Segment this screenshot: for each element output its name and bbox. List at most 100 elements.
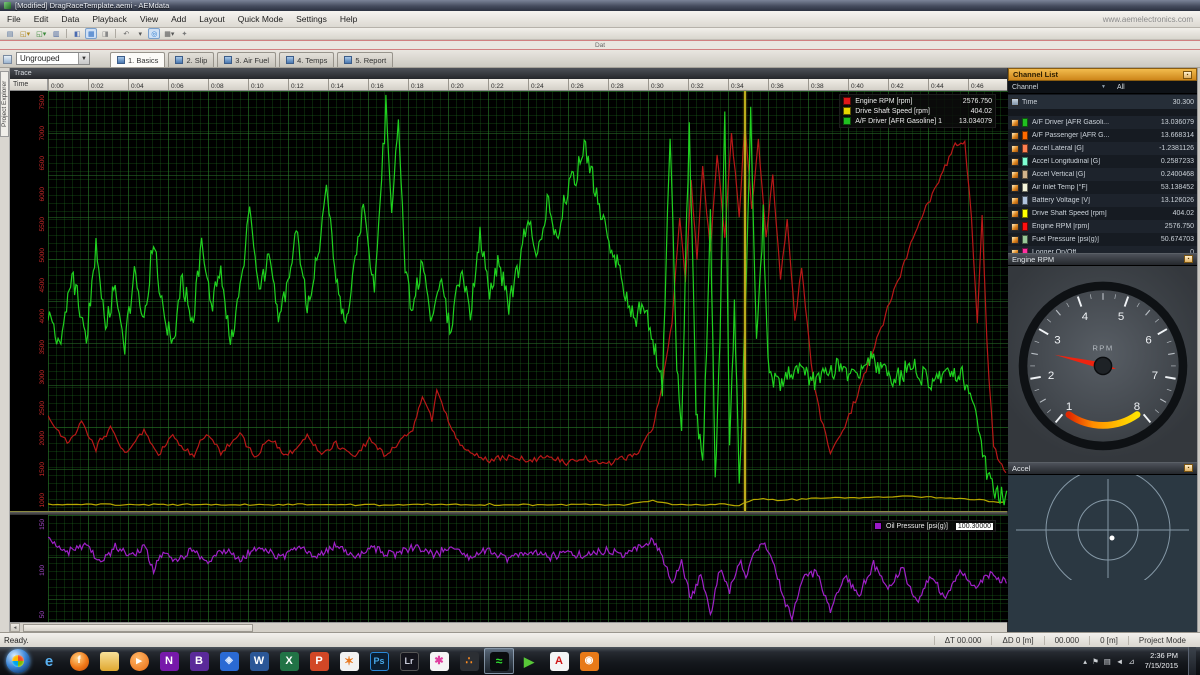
taskbar-folder-button[interactable] — [94, 648, 124, 674]
taskbar-internet-explorer-button[interactable]: e — [34, 648, 64, 674]
taskbar-app-pink-button[interactable]: ✱ — [424, 648, 454, 674]
undo-button[interactable]: ↶ — [120, 28, 132, 39]
taskbar-clock[interactable]: 2:36 PM 7/15/2015 — [1145, 651, 1178, 671]
channel-color-swatch[interactable] — [1022, 144, 1028, 153]
taskbar-excel-button[interactable]: X — [274, 648, 304, 674]
tab-4-temps[interactable]: 4. Temps — [279, 52, 334, 67]
channel-row[interactable]: Accel Longitudinal [G]0.2587233 — [1008, 155, 1197, 168]
channel-edit-icon[interactable] — [1011, 197, 1019, 205]
menu-item-playback[interactable]: Playback — [92, 14, 127, 24]
tab-1-basics[interactable]: 1. Basics — [110, 52, 165, 67]
oil-plot-area[interactable]: Oil Pressure [psi(g)] 100.30000 — [48, 515, 1008, 622]
new-layout-button[interactable]: ▤ — [4, 28, 16, 39]
taskbar-app-dots-button[interactable]: ∴ — [454, 648, 484, 674]
channel-color-swatch[interactable] — [1022, 118, 1028, 127]
channel-color-swatch[interactable] — [1022, 183, 1028, 192]
report-view-button[interactable]: ◨ — [99, 28, 111, 39]
taskbar-media-player-button[interactable]: ▸ — [124, 648, 154, 674]
menu-item-settings[interactable]: Settings — [296, 14, 327, 24]
group-selector-dropdown[interactable]: Ungrouped ▼ — [16, 52, 90, 65]
window-view-button[interactable]: ◧ — [71, 28, 83, 39]
channel-color-swatch[interactable] — [1022, 196, 1028, 205]
scrollbar-thumb[interactable] — [23, 624, 253, 632]
main-plot-area[interactable]: Engine RPM [rpm]2576.750Drive Shaft Spee… — [48, 91, 1008, 511]
show-desktop-button[interactable] — [1188, 647, 1196, 675]
menu-item-file[interactable]: File — [7, 14, 21, 24]
action-center-flag-icon[interactable]: ⚑ — [1092, 657, 1099, 666]
taskbar-play-button[interactable]: ▶ — [514, 648, 544, 674]
show-hidden-icons-button[interactable]: ▴ — [1083, 657, 1087, 666]
taskbar-aemdata-button[interactable]: ≈ — [484, 648, 514, 674]
import-data-button[interactable]: ◱▾ — [34, 28, 48, 39]
project-explorer-tab[interactable]: Project Explorer — [0, 71, 9, 137]
channel-edit-icon[interactable] — [1011, 132, 1019, 140]
menu-item-edit[interactable]: Edit — [34, 14, 49, 24]
tab-3-air-fuel[interactable]: 3. Air Fuel — [217, 52, 276, 67]
taskbar-photoshop-button[interactable]: Ps — [364, 648, 394, 674]
channel-row[interactable]: Drive Shaft Speed [rpm]404.02 — [1008, 207, 1197, 220]
graph-view-button[interactable]: ▦ — [85, 28, 97, 39]
time-cursor-line[interactable] — [744, 91, 746, 511]
panel-pin-icon[interactable]: ▪ — [1183, 71, 1192, 79]
menu-item-view[interactable]: View — [140, 14, 158, 24]
time-ruler[interactable]: Time 0:000:020:040:060:080:100:120:140:1… — [10, 79, 1007, 91]
oil-pressure-graph[interactable]: 15010050 Oil Pressure [psi(g)] 100.30000 — [10, 515, 1007, 622]
taskbar-app-b-button[interactable]: B — [184, 648, 214, 674]
tab-5-report[interactable]: 5. Report — [337, 52, 393, 67]
taskbar-onenote-button[interactable]: N — [154, 648, 184, 674]
channel-row[interactable]: Air Inlet Temp [°F]53.138452 — [1008, 181, 1197, 194]
options-button[interactable]: ✦ — [178, 28, 190, 39]
channel-row[interactable]: A/F Driver [AFR Gasoli...13.036079 — [1008, 116, 1197, 129]
channel-color-swatch[interactable] — [1022, 170, 1028, 179]
taskbar-word-button[interactable]: W — [244, 648, 274, 674]
layout-grid-button[interactable]: ▦▾ — [162, 28, 176, 39]
channel-edit-icon[interactable] — [1011, 223, 1019, 231]
channel-edit-icon[interactable] — [1011, 119, 1019, 127]
taskbar-app-orange-button[interactable]: ◉ — [574, 648, 604, 674]
accel-panel-options-icon[interactable]: ▪ — [1184, 464, 1193, 472]
menu-item-add[interactable]: Add — [171, 14, 186, 24]
channel-edit-icon[interactable] — [1011, 145, 1019, 153]
taskbar-app-blue-button[interactable]: ◈ — [214, 648, 244, 674]
channel-edit-icon[interactable] — [1011, 171, 1019, 179]
channel-color-swatch[interactable] — [1022, 222, 1028, 231]
filter-funnel-icon[interactable]: ▼ — [1101, 84, 1106, 90]
taskbar-adobe-reader-button[interactable]: A — [544, 648, 574, 674]
channel-row[interactable]: Fuel Pressure [psi(g)]50.674703 — [1008, 233, 1197, 246]
zoom-tool-button[interactable]: ◎ — [148, 28, 160, 39]
taskbar-powerpoint-button[interactable]: P — [304, 648, 334, 674]
channel-color-swatch[interactable] — [1022, 209, 1028, 218]
channel-row[interactable]: Accel Vertical [G]0.2400468 — [1008, 168, 1197, 181]
taskbar-bird-app-button[interactable]: ✶ — [334, 648, 364, 674]
channel-row[interactable]: Battery Voltage [V]13.126026 — [1008, 194, 1197, 207]
menu-item-layout[interactable]: Layout — [199, 14, 225, 24]
channel-edit-icon[interactable] — [1011, 236, 1019, 244]
menu-item-help[interactable]: Help — [340, 14, 357, 24]
channel-column-header[interactable]: Channel — [1012, 84, 1098, 91]
channel-edit-icon[interactable] — [1011, 158, 1019, 166]
channel-edit-icon[interactable] — [1011, 210, 1019, 218]
menu-item-quick-mode[interactable]: Quick Mode — [238, 14, 283, 24]
channel-color-swatch[interactable] — [1022, 235, 1028, 244]
all-column-header[interactable]: All — [1117, 84, 1125, 91]
taskbar-firefox-button[interactable]: f — [64, 648, 94, 674]
network-icon[interactable]: ⊿ — [1128, 657, 1134, 666]
channel-edit-icon[interactable] — [1011, 184, 1019, 192]
horizontal-scrollbar[interactable]: ◂ — [10, 622, 1007, 632]
scroll-left-arrow-icon[interactable]: ◂ — [10, 623, 20, 632]
power-plug-icon[interactable]: ▤ — [1104, 657, 1111, 666]
main-graph[interactable]: 7500700065006000550050004500400035003000… — [10, 91, 1007, 511]
channel-color-swatch[interactable] — [1022, 131, 1028, 140]
taskbar-lightroom-button[interactable]: Lr — [394, 648, 424, 674]
channel-row[interactable]: A/F Passenger [AFR G...13.668314 — [1008, 129, 1197, 142]
open-file-button[interactable]: ◱▾ — [18, 28, 32, 39]
start-button[interactable] — [6, 649, 30, 673]
speaker-icon[interactable]: ◄ — [1116, 657, 1123, 666]
gauge-panel-options-icon[interactable]: ▪ — [1184, 255, 1193, 263]
menu-item-data[interactable]: Data — [61, 14, 79, 24]
channel-row[interactable]: Accel Lateral [G]-1.2381126 — [1008, 142, 1197, 155]
channel-row-time[interactable]: Time30.300 — [1008, 95, 1197, 109]
channel-list-header[interactable]: Channel ▼ All — [1008, 81, 1197, 94]
channel-color-swatch[interactable] — [1022, 157, 1028, 166]
chevron-down-icon[interactable]: ▼ — [78, 53, 89, 64]
